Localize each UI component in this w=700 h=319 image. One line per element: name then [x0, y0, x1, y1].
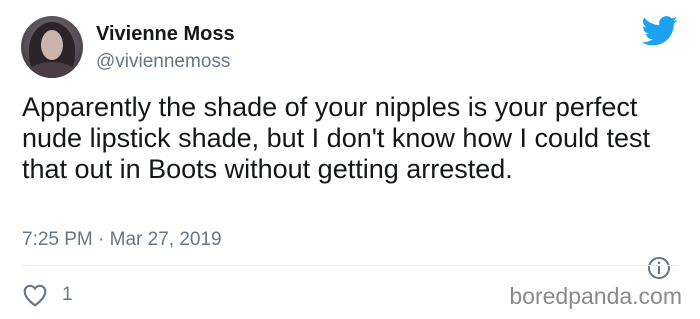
like-button[interactable]: 1 [22, 283, 73, 307]
watermark: boredpanda.com [509, 283, 682, 309]
twitter-bird-icon[interactable] [642, 16, 678, 46]
tweet-timestamp[interactable]: 7:25 PM · Mar 27, 2019 [22, 229, 222, 251]
tweet-card: Vivienne Moss @viviennemoss Apparently t… [0, 0, 700, 319]
heart-icon [23, 284, 47, 307]
tweet-text: Apparently the shade of your nipples is … [22, 92, 651, 184]
divider [22, 265, 678, 266]
avatar[interactable] [21, 16, 83, 78]
display-name[interactable]: Vivienne Moss [96, 23, 235, 46]
info-icon[interactable] [647, 256, 671, 280]
user-handle[interactable]: @viviennemoss [96, 51, 230, 73]
avatar-face [41, 30, 63, 60]
like-count: 1 [62, 284, 73, 305]
